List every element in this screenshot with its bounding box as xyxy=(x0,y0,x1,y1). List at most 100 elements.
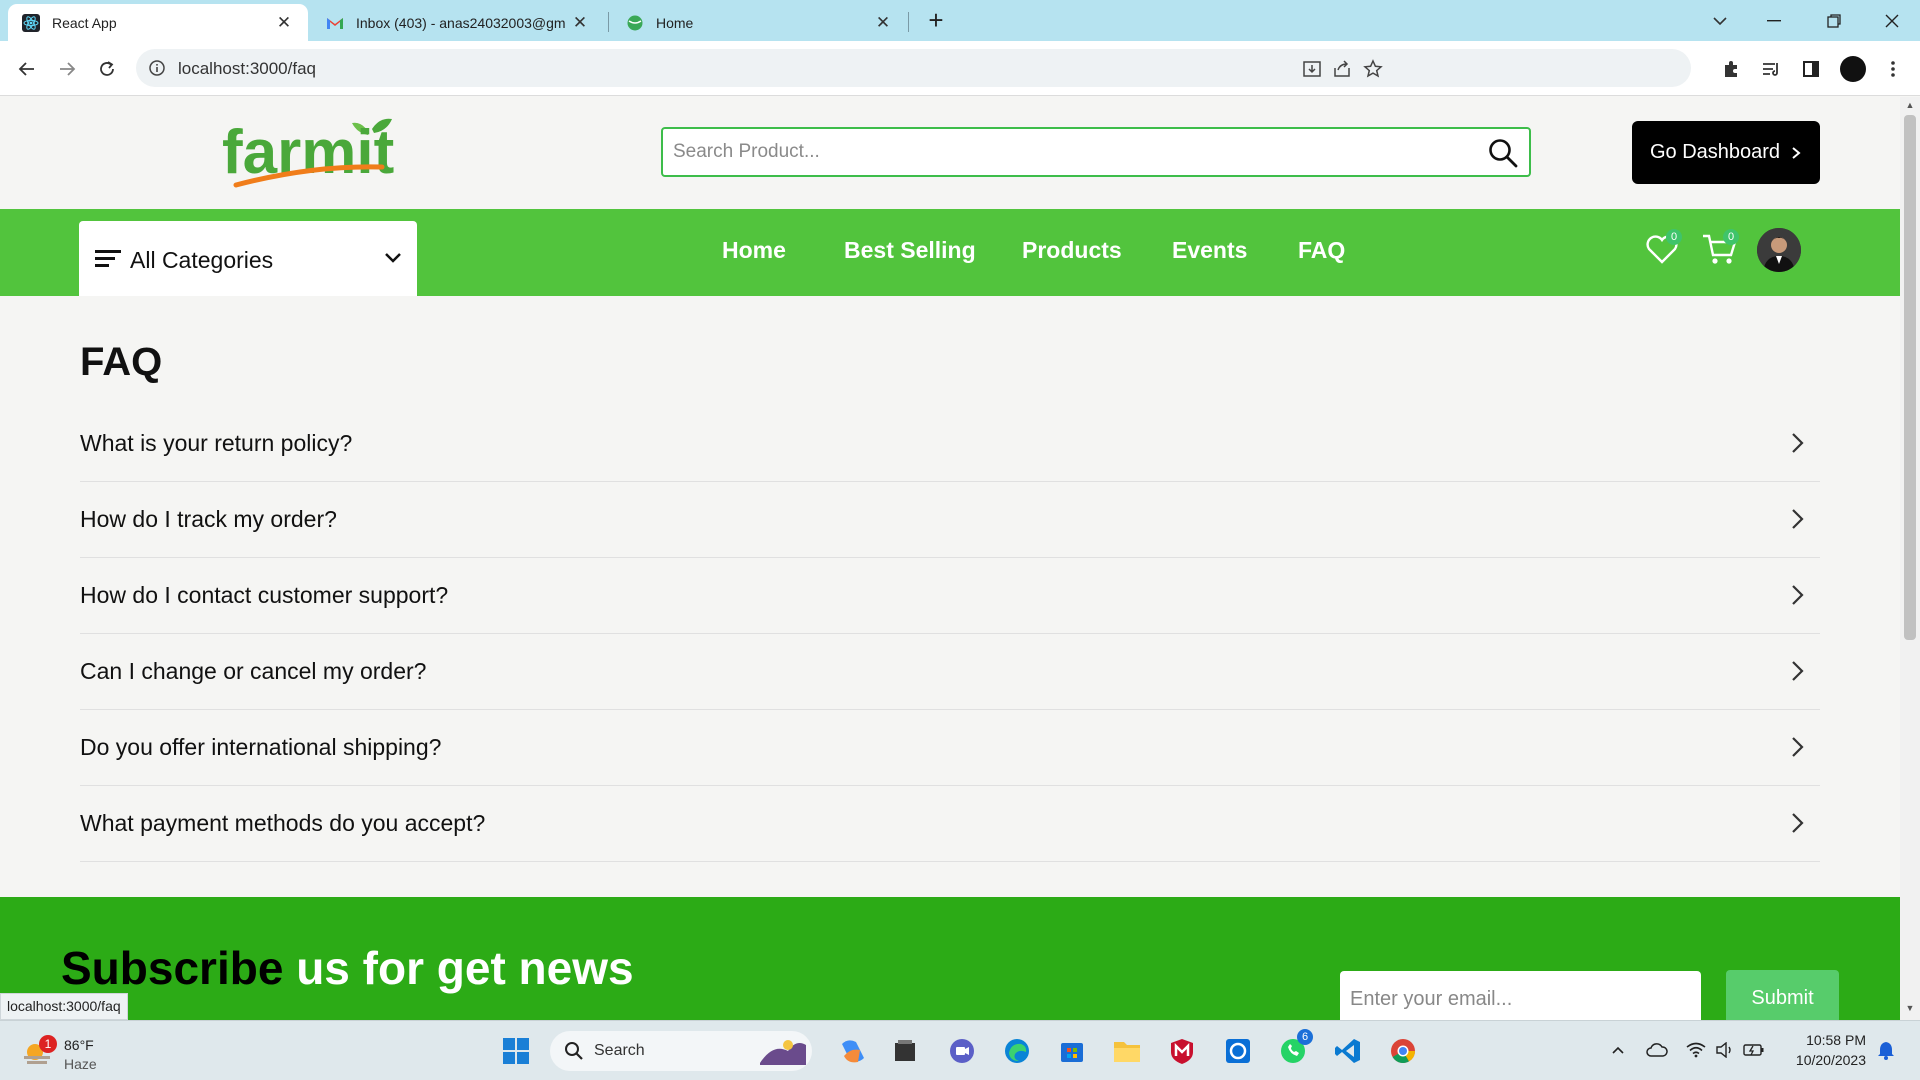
tab-gmail-inbox[interactable]: Inbox (403) - anas24032003@gm ✕ xyxy=(312,4,604,41)
profile-avatar-icon[interactable] xyxy=(1839,55,1867,83)
url-text: localhost:3000/faq xyxy=(178,59,316,78)
search-input[interactable] xyxy=(663,129,1483,175)
tab-close-icon[interactable]: ✕ xyxy=(274,13,294,33)
tab-react-app[interactable]: React App ✕ xyxy=(8,4,308,41)
edge-browser-icon[interactable] xyxy=(999,1033,1035,1069)
nav-link-home[interactable]: Home xyxy=(722,237,786,264)
site-info-icon[interactable] xyxy=(148,59,166,77)
user-avatar[interactable] xyxy=(1757,228,1801,272)
file-explorer-icon[interactable] xyxy=(1109,1033,1145,1069)
chrome-icon[interactable] xyxy=(1385,1033,1421,1069)
wifi-icon[interactable] xyxy=(1685,1039,1707,1061)
tab-search-chevron-icon[interactable] xyxy=(1692,0,1748,41)
vscode-icon[interactable] xyxy=(1330,1033,1366,1069)
volume-icon[interactable] xyxy=(1714,1039,1736,1061)
page-scrollbar[interactable]: ▲ ▼ xyxy=(1900,97,1920,1020)
mcafee-icon[interactable] xyxy=(1164,1033,1200,1069)
faq-item[interactable]: How do I contact customer support? xyxy=(80,558,1820,634)
bookmark-star-icon[interactable] xyxy=(1362,58,1384,80)
chevron-down-icon xyxy=(381,245,405,269)
wishlist-heart-icon[interactable]: 0 xyxy=(1644,229,1684,271)
faq-item[interactable]: Can I change or cancel my order? xyxy=(80,634,1820,710)
teams-meet-icon[interactable] xyxy=(944,1033,980,1069)
page-viewport: farmit Go Dashboard All Categories Home xyxy=(0,97,1900,1020)
nav-link-events[interactable]: Events xyxy=(1172,237,1247,264)
tab-title: Home xyxy=(656,14,694,31)
install-app-icon[interactable] xyxy=(1301,58,1323,80)
windows-start-icon[interactable] xyxy=(498,1033,534,1069)
react-icon xyxy=(22,13,40,32)
tab-title: React App xyxy=(52,14,117,31)
chevron-right-icon xyxy=(1792,146,1801,159)
reading-list-icon[interactable] xyxy=(1757,55,1785,83)
faq-item[interactable]: Do you offer international shipping? xyxy=(80,710,1820,786)
share-icon[interactable] xyxy=(1331,58,1353,80)
nav-link-best-selling[interactable]: Best Selling xyxy=(844,237,976,264)
weather-temperature: 86°F xyxy=(64,1037,94,1053)
nav-link-faq[interactable]: FAQ xyxy=(1298,237,1345,264)
restore-button[interactable] xyxy=(1806,0,1862,41)
browser-tab-bar: React App ✕ Inbox (403) - anas24032003@g… xyxy=(0,0,1920,41)
show-hidden-icons-chevron-icon[interactable] xyxy=(1607,1039,1629,1061)
close-window-button[interactable] xyxy=(1864,0,1920,41)
tab-separator xyxy=(908,12,909,32)
chevron-right-icon xyxy=(1784,810,1810,836)
back-button[interactable] xyxy=(11,53,43,85)
minimize-button[interactable] xyxy=(1746,0,1802,41)
faq-question: Do you offer international shipping? xyxy=(80,734,442,760)
tab-close-icon[interactable]: ✕ xyxy=(570,13,590,33)
menu-lines-icon xyxy=(95,248,121,270)
search-icon[interactable] xyxy=(1487,137,1519,169)
faq-list: What is your return policy? How do I tra… xyxy=(80,406,1820,862)
scrollbar-thumb[interactable] xyxy=(1904,115,1916,640)
email-field[interactable] xyxy=(1340,971,1701,1020)
microsoft-store-icon[interactable] xyxy=(1054,1033,1090,1069)
clock-time: 10:58 PM xyxy=(1806,1032,1866,1048)
forward-button[interactable] xyxy=(51,53,83,85)
browser-toolbar: localhost:3000/faq xyxy=(0,41,1920,96)
side-panel-icon[interactable] xyxy=(1797,55,1825,83)
tab-title: Inbox (403) - anas24032003@gm xyxy=(356,14,566,31)
scroll-down-arrow-icon[interactable]: ▼ xyxy=(1904,1003,1916,1015)
scroll-up-arrow-icon[interactable]: ▲ xyxy=(1904,100,1916,112)
weather-alert-badge: 1 xyxy=(39,1035,57,1053)
chevron-right-icon xyxy=(1784,506,1810,532)
faq-question: How do I track my order? xyxy=(80,506,337,532)
address-bar[interactable]: localhost:3000/faq xyxy=(136,49,1691,87)
reload-button[interactable] xyxy=(91,53,123,85)
onedrive-cloud-icon[interactable] xyxy=(1646,1039,1668,1061)
cart-icon[interactable]: 0 xyxy=(1701,229,1741,271)
tab-home[interactable]: Home ✕ xyxy=(612,4,907,41)
copilot-icon[interactable] xyxy=(835,1033,871,1069)
logo-wordmark: farmit xyxy=(222,118,394,187)
nav-link-products[interactable]: Products xyxy=(1022,237,1122,264)
cart-count-badge: 0 xyxy=(1723,229,1739,245)
chevron-right-icon xyxy=(1784,430,1810,456)
submit-button[interactable]: Submit xyxy=(1726,970,1839,1020)
faq-item[interactable]: What is your return policy? xyxy=(80,406,1820,482)
extensions-puzzle-icon[interactable] xyxy=(1717,55,1745,83)
farmit-logo[interactable]: farmit xyxy=(222,115,422,193)
faq-item[interactable]: What payment methods do you accept? xyxy=(80,786,1820,862)
tab-close-icon[interactable]: ✕ xyxy=(873,13,893,33)
notification-bell-icon[interactable] xyxy=(1875,1039,1897,1061)
all-categories-dropdown[interactable]: All Categories xyxy=(79,221,417,296)
subscribe-title-highlight: Subscribe xyxy=(61,942,284,994)
tab-separator xyxy=(608,12,609,32)
browser-menu-icon[interactable] xyxy=(1879,55,1907,83)
battery-icon[interactable] xyxy=(1743,1039,1765,1061)
go-dashboard-button[interactable]: Go Dashboard xyxy=(1632,121,1820,184)
taskbar-search[interactable]: Search xyxy=(550,1031,812,1071)
weather-widget[interactable]: 1 86°F Haze xyxy=(22,1029,132,1073)
file-window-icon[interactable] xyxy=(887,1033,923,1069)
faq-item[interactable]: How do I track my order? xyxy=(80,482,1820,558)
windows-taskbar: 1 86°F Haze Search 6 10:58 PM 10/20/2023 xyxy=(0,1020,1920,1080)
chevron-right-icon xyxy=(1784,582,1810,608)
blue-app-icon[interactable] xyxy=(1220,1033,1256,1069)
search-icon xyxy=(564,1041,584,1066)
taskbar-clock[interactable]: 10:58 PM 10/20/2023 xyxy=(1770,1030,1866,1070)
whatsapp-unread-badge: 6 xyxy=(1297,1029,1313,1045)
all-categories-label: All Categories xyxy=(130,247,274,273)
whatsapp-icon[interactable]: 6 xyxy=(1275,1029,1313,1069)
new-tab-button[interactable]: + xyxy=(921,6,951,36)
